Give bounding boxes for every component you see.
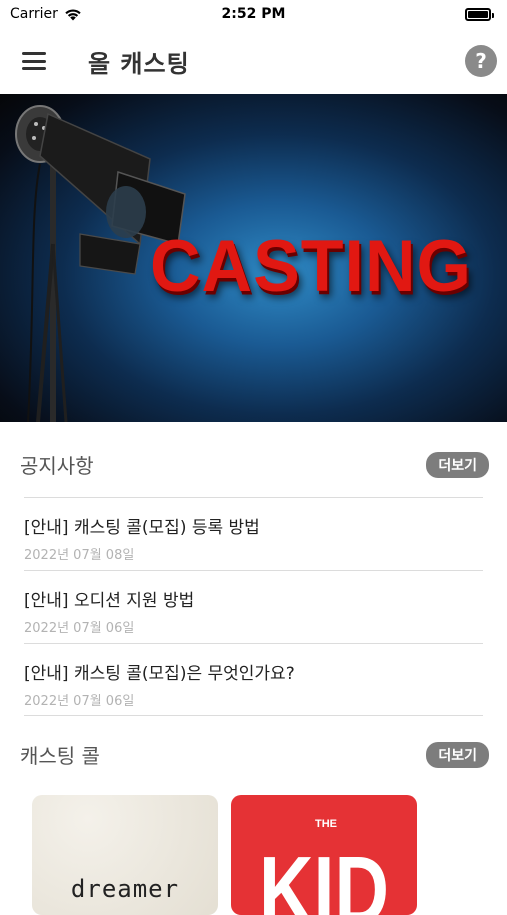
- page-title: 올 캐스팅: [88, 49, 190, 78]
- casting-card-dreamer[interactable]: dreamer: [32, 795, 218, 915]
- status-left: Carrier: [10, 6, 82, 22]
- card-dreamer-title: dreamer: [70, 875, 180, 903]
- notice-list: [안내] 캐스팅 콜(모집) 등록 방법 2022년 07월 08일 [안내] …: [24, 497, 483, 716]
- carrier-label: Carrier: [10, 6, 58, 22]
- notice-title: [안내] 캐스팅 콜(모집) 등록 방법: [24, 518, 260, 538]
- notice-title: [안내] 캐스팅 콜(모집)은 무엇인가요?: [24, 664, 295, 684]
- notice-item[interactable]: [안내] 오디션 지원 방법 2022년 07월 06일: [24, 570, 483, 643]
- notice-item[interactable]: [안내] 캐스팅 콜(모집)은 무엇인가요? 2022년 07월 06일: [24, 643, 483, 716]
- nav-bar: 올 캐스팅 ?: [0, 28, 507, 94]
- notices-title: 공지사항: [20, 454, 94, 478]
- status-bar: Carrier 2:52 PM: [0, 0, 507, 28]
- notices-more-button[interactable]: 더보기: [426, 451, 489, 478]
- wifi-icon: [65, 9, 81, 21]
- casting-card-row: dreamer THE KID: [32, 795, 417, 915]
- notice-date: 2022년 07월 06일: [24, 694, 135, 709]
- casting-calls-more-button[interactable]: 더보기: [426, 741, 489, 768]
- casting-calls-title: 캐스팅 콜: [20, 744, 100, 768]
- help-icon[interactable]: ?: [465, 45, 497, 77]
- hero-banner[interactable]: CASTING: [0, 94, 507, 422]
- notice-title: [안내] 오디션 지원 방법: [24, 591, 195, 611]
- casting-card-the-kid[interactable]: THE KID: [231, 795, 417, 915]
- hero-title: CASTING: [150, 225, 472, 307]
- kid-logo-small: THE: [315, 818, 337, 830]
- battery-icon: [465, 7, 494, 21]
- kid-logo-big: KID: [259, 837, 389, 915]
- hamburger-menu-icon[interactable]: [20, 50, 48, 72]
- notice-date: 2022년 07월 06일: [24, 621, 135, 636]
- notice-date: 2022년 07월 08일: [24, 548, 135, 563]
- casting-calls-header: 캐스팅 콜 더보기: [20, 740, 489, 769]
- notices-header: 공지사항 더보기: [20, 450, 489, 479]
- notice-item[interactable]: [안내] 캐스팅 콜(모집) 등록 방법 2022년 07월 08일: [24, 497, 483, 570]
